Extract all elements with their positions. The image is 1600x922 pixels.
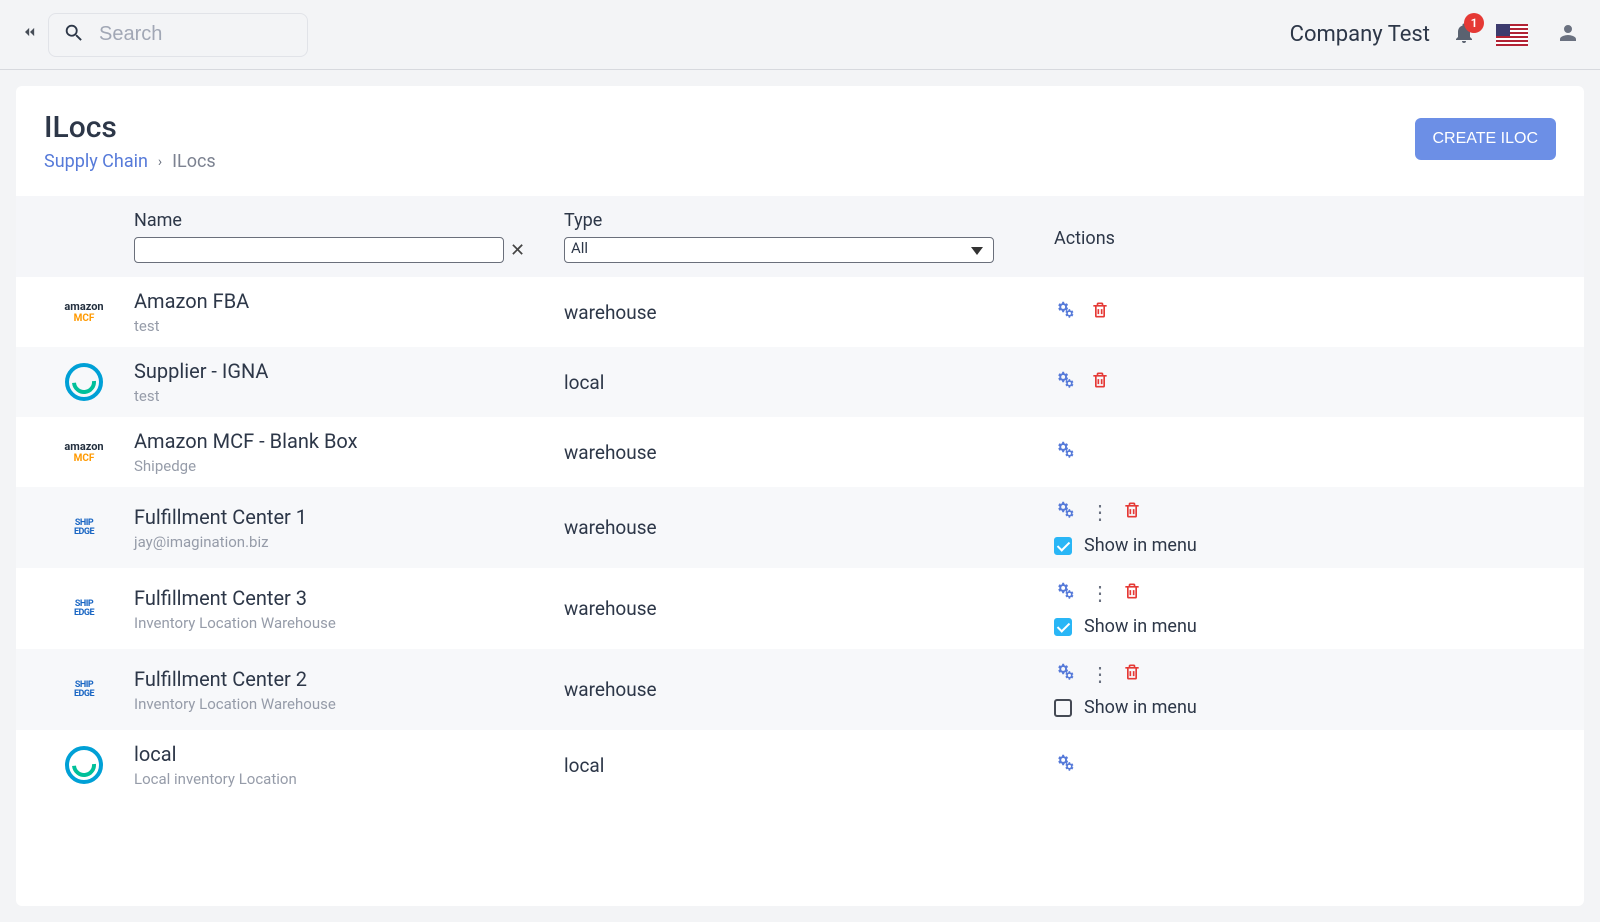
amazon-mcf-logo-icon: amazonMCF bbox=[64, 432, 104, 472]
locale-flag-icon[interactable] bbox=[1496, 24, 1528, 46]
row-subtitle: Shipedge bbox=[134, 457, 564, 475]
table-row: Supplier - IGNA testlocal bbox=[16, 347, 1584, 417]
settings-icon[interactable] bbox=[1054, 752, 1076, 778]
table-row: SHIPEDGE Fulfillment Center 2 Inventory Lo… bbox=[16, 649, 1584, 730]
row-name: Fulfillment Center 3 bbox=[134, 586, 564, 610]
checkbox-icon[interactable] bbox=[1054, 618, 1072, 636]
row-name: Amazon MCF - Blank Box bbox=[134, 429, 564, 453]
type-filter-select[interactable]: All bbox=[564, 237, 994, 263]
amazon-mcf-logo-icon: amazonMCF bbox=[64, 292, 104, 332]
row-subtitle: test bbox=[134, 387, 564, 405]
name-filter-input[interactable] bbox=[134, 237, 504, 263]
breadcrumb: Supply Chain › ILocs bbox=[44, 151, 216, 172]
settings-icon[interactable] bbox=[1054, 499, 1076, 525]
topbar: Company Test 1 bbox=[0, 0, 1600, 70]
row-name: local bbox=[134, 742, 564, 766]
delete-icon[interactable] bbox=[1090, 370, 1110, 394]
row-name: Fulfillment Center 2 bbox=[134, 667, 564, 691]
show-in-menu-toggle[interactable]: Show in menu bbox=[1054, 616, 1566, 637]
chevron-right-icon: › bbox=[158, 154, 162, 170]
page-card: ILocs Supply Chain › ILocs CREATE ILOC N… bbox=[16, 86, 1584, 906]
shipedge-logo-icon: SHIPEDGE bbox=[64, 589, 104, 629]
row-type: warehouse bbox=[564, 516, 1054, 539]
circle-logo-icon bbox=[65, 363, 103, 401]
delete-icon[interactable] bbox=[1090, 300, 1110, 324]
settings-icon[interactable] bbox=[1054, 299, 1076, 325]
show-in-menu-toggle[interactable]: Show in menu bbox=[1054, 697, 1566, 718]
table-row: SHIPEDGE Fulfillment Center 1 jay@imaginat… bbox=[16, 487, 1584, 568]
row-type: warehouse bbox=[564, 597, 1054, 620]
notification-badge: 1 bbox=[1464, 13, 1484, 33]
shipedge-logo-icon: SHIPEDGE bbox=[64, 508, 104, 548]
delete-icon[interactable] bbox=[1122, 662, 1142, 686]
circle-logo-icon bbox=[65, 746, 103, 784]
more-options-icon[interactable]: ⋮ bbox=[1090, 664, 1108, 684]
user-avatar-icon[interactable] bbox=[1556, 21, 1580, 49]
row-subtitle: Inventory Location Warehouse bbox=[134, 614, 564, 632]
more-options-icon[interactable]: ⋮ bbox=[1090, 502, 1108, 522]
row-name: Fulfillment Center 1 bbox=[134, 505, 564, 529]
table-header: Name ✕ Type All Actions bbox=[16, 196, 1584, 277]
row-type: warehouse bbox=[564, 678, 1054, 701]
breadcrumb-current: ILocs bbox=[172, 151, 216, 172]
search-box[interactable] bbox=[48, 13, 308, 57]
search-input[interactable] bbox=[99, 23, 364, 46]
column-actions-label: Actions bbox=[1054, 210, 1566, 249]
row-type: local bbox=[564, 371, 1054, 394]
row-subtitle: Inventory Location Warehouse bbox=[134, 695, 564, 713]
notifications-button[interactable]: 1 bbox=[1452, 21, 1476, 49]
row-type: local bbox=[564, 754, 1054, 777]
column-type-label: Type bbox=[564, 210, 1054, 231]
company-name: Company Test bbox=[1290, 22, 1430, 47]
show-in-menu-label: Show in menu bbox=[1084, 616, 1197, 637]
column-name-label: Name bbox=[134, 210, 564, 231]
settings-icon[interactable] bbox=[1054, 439, 1076, 465]
row-subtitle: jay@imagination.biz bbox=[134, 533, 564, 551]
show-in-menu-toggle[interactable]: Show in menu bbox=[1054, 535, 1566, 556]
row-name: Supplier - IGNA bbox=[134, 359, 564, 383]
delete-icon[interactable] bbox=[1122, 581, 1142, 605]
create-iloc-button[interactable]: CREATE ILOC bbox=[1415, 118, 1557, 160]
row-type: warehouse bbox=[564, 301, 1054, 324]
checkbox-icon[interactable] bbox=[1054, 699, 1072, 717]
settings-icon[interactable] bbox=[1054, 580, 1076, 606]
breadcrumb-root-link[interactable]: Supply Chain bbox=[44, 151, 148, 172]
checkbox-icon[interactable] bbox=[1054, 537, 1072, 555]
row-name: Amazon FBA bbox=[134, 289, 564, 313]
shipedge-logo-icon: SHIPEDGE bbox=[64, 670, 104, 710]
show-in-menu-label: Show in menu bbox=[1084, 535, 1197, 556]
search-icon bbox=[63, 22, 99, 48]
clear-filter-icon[interactable]: ✕ bbox=[510, 240, 525, 261]
row-type: warehouse bbox=[564, 441, 1054, 464]
more-options-icon[interactable]: ⋮ bbox=[1090, 583, 1108, 603]
table-row: SHIPEDGE Fulfillment Center 3 Inventory Lo… bbox=[16, 568, 1584, 649]
page-title: ILocs bbox=[44, 110, 216, 145]
collapse-sidebar-button[interactable] bbox=[20, 22, 40, 48]
settings-icon[interactable] bbox=[1054, 661, 1076, 687]
table-row: amazonMCF Amazon MCF - Blank Box Shipedgew… bbox=[16, 417, 1584, 487]
settings-icon[interactable] bbox=[1054, 369, 1076, 395]
row-subtitle: test bbox=[134, 317, 564, 335]
table-row: amazonMCF Amazon FBA testwarehouse bbox=[16, 277, 1584, 347]
row-subtitle: Local inventory Location bbox=[134, 770, 564, 788]
delete-icon[interactable] bbox=[1122, 500, 1142, 524]
show-in-menu-label: Show in menu bbox=[1084, 697, 1197, 718]
table-row: localLocal inventory Locationlocal bbox=[16, 730, 1584, 800]
